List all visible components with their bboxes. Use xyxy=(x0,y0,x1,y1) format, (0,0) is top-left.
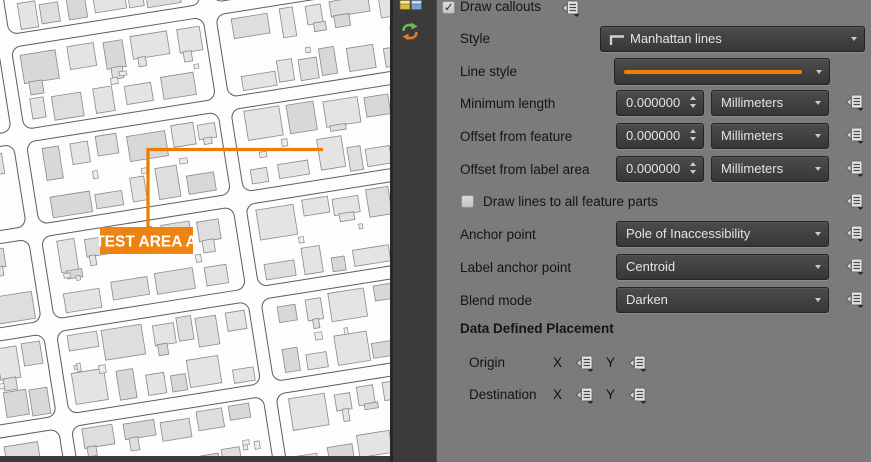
draw-lines-all-parts-data-defined-button[interactable] xyxy=(843,192,865,210)
origin-y-data-defined-button[interactable] xyxy=(626,354,648,372)
origin-x-data-defined-button[interactable] xyxy=(573,354,595,372)
draw-callouts-data-defined-button[interactable] xyxy=(559,0,581,17)
callouts-arrows-icon[interactable] xyxy=(399,20,421,44)
map-bottom-bar xyxy=(0,456,390,462)
blend-mode-label: Blend mode xyxy=(460,293,532,308)
destination-x-label: X xyxy=(553,387,562,402)
origin-label: Origin xyxy=(469,355,505,370)
minimum-length-label: Minimum length xyxy=(460,96,555,111)
offset-from-label-area-value: 0.000000 xyxy=(626,157,680,181)
offset-from-feature-label: Offset from feature xyxy=(460,129,572,144)
destination-y-data-defined-button[interactable] xyxy=(626,386,648,404)
data-defined-icon xyxy=(843,159,865,177)
minimum-length-unit-combo[interactable]: Millimeters xyxy=(711,90,829,116)
offset-from-feature-unit: Millimeters xyxy=(721,124,783,148)
map-feature-label: TEST AREA A xyxy=(95,227,197,254)
data-defined-icon xyxy=(843,126,865,144)
label-anchor-point-value: Centroid xyxy=(626,255,675,279)
chevron-down-icon xyxy=(815,167,821,171)
destination-label: Destination xyxy=(469,387,537,402)
line-style-label: Line style xyxy=(460,64,517,79)
minimum-length-data-defined-button[interactable] xyxy=(843,93,865,111)
chevron-down-icon xyxy=(815,298,821,302)
data-defined-icon xyxy=(559,0,581,17)
spinner-arrows-icon[interactable] xyxy=(690,162,696,174)
offset-from-label-area-data-defined-button[interactable] xyxy=(843,159,865,177)
data-defined-icon xyxy=(573,386,595,404)
style-label: Style xyxy=(460,31,490,46)
offset-from-label-area-spinbox[interactable]: 0.000000 xyxy=(616,156,704,182)
label-anchor-point-dropdown[interactable]: Centroid xyxy=(616,254,829,280)
data-defined-icon xyxy=(843,93,865,111)
offset-from-feature-unit-combo[interactable]: Millimeters xyxy=(711,123,829,149)
chevron-down-icon xyxy=(815,265,821,269)
offset-from-feature-value: 0.000000 xyxy=(626,124,680,148)
label-anchor-point-label: Label anchor point xyxy=(460,260,571,275)
offset-from-label-area-unit: Millimeters xyxy=(721,157,783,181)
minimum-length-spinbox[interactable]: 0.000000 xyxy=(616,90,704,116)
label-anchor-point-data-defined-button[interactable] xyxy=(843,257,865,275)
offset-from-label-area-unit-combo[interactable]: Millimeters xyxy=(711,156,829,182)
chevron-down-icon xyxy=(851,37,857,41)
settings-tab-strip xyxy=(390,0,437,462)
draw-callouts-label: Draw callouts xyxy=(460,0,541,14)
destination-y-label: Y xyxy=(606,387,615,402)
blend-mode-data-defined-button[interactable] xyxy=(843,290,865,308)
data-defined-icon xyxy=(843,257,865,275)
blend-mode-value: Darken xyxy=(626,288,668,312)
data-defined-icon xyxy=(843,290,865,308)
chevron-down-icon xyxy=(815,232,821,236)
origin-x-label: X xyxy=(553,355,562,370)
anchor-point-value: Pole of Inaccessibility xyxy=(626,222,750,246)
anchor-point-dropdown[interactable]: Pole of Inaccessibility xyxy=(616,221,829,247)
style-value: Manhattan lines xyxy=(630,27,722,51)
line-style-dropdown[interactable] xyxy=(614,58,830,85)
qgis-label-callouts-window: { "map": { "label_text": "TEST AREA A", … xyxy=(0,0,871,462)
data-defined-icon xyxy=(843,192,865,210)
origin-y-label: Y xyxy=(606,355,615,370)
style-dropdown[interactable]: Manhattan lines xyxy=(600,26,865,52)
blend-mode-dropdown[interactable]: Darken xyxy=(616,287,829,313)
chevron-down-icon xyxy=(815,134,821,138)
minimum-length-unit: Millimeters xyxy=(721,91,783,115)
spinner-arrows-icon[interactable] xyxy=(690,96,696,108)
map-label-text: TEST AREA A xyxy=(95,234,197,251)
callouts-settings-panel: Draw callouts Style Manhattan lines Line… xyxy=(437,0,871,462)
draw-lines-all-parts-checkbox[interactable] xyxy=(461,195,474,208)
anchor-point-label: Anchor point xyxy=(460,227,536,242)
data-defined-icon xyxy=(626,386,648,404)
offset-from-feature-data-defined-button[interactable] xyxy=(843,126,865,144)
chevron-down-icon xyxy=(815,101,821,105)
data-defined-icon xyxy=(573,354,595,372)
draw-lines-all-parts-label: Draw lines to all feature parts xyxy=(483,194,658,209)
data-defined-icon xyxy=(843,224,865,242)
manhattan-line-icon xyxy=(609,33,625,46)
destination-x-data-defined-button[interactable] xyxy=(573,386,595,404)
line-style-swatch xyxy=(624,70,802,74)
offset-from-label-area-label: Offset from label area xyxy=(460,162,590,177)
anchor-point-data-defined-button[interactable] xyxy=(843,224,865,242)
chevron-down-icon xyxy=(816,70,822,74)
offset-from-feature-spinbox[interactable]: 0.000000 xyxy=(616,123,704,149)
spinner-arrows-icon[interactable] xyxy=(690,129,696,141)
data-defined-icon xyxy=(626,354,648,372)
minimum-length-value: 0.000000 xyxy=(626,91,680,115)
draw-callouts-checkbox[interactable] xyxy=(442,1,455,14)
data-defined-placement-header: Data Defined Placement xyxy=(460,321,614,336)
labels-layers-icon[interactable] xyxy=(399,0,423,12)
map-canvas[interactable]: TEST AREA A xyxy=(0,0,390,462)
